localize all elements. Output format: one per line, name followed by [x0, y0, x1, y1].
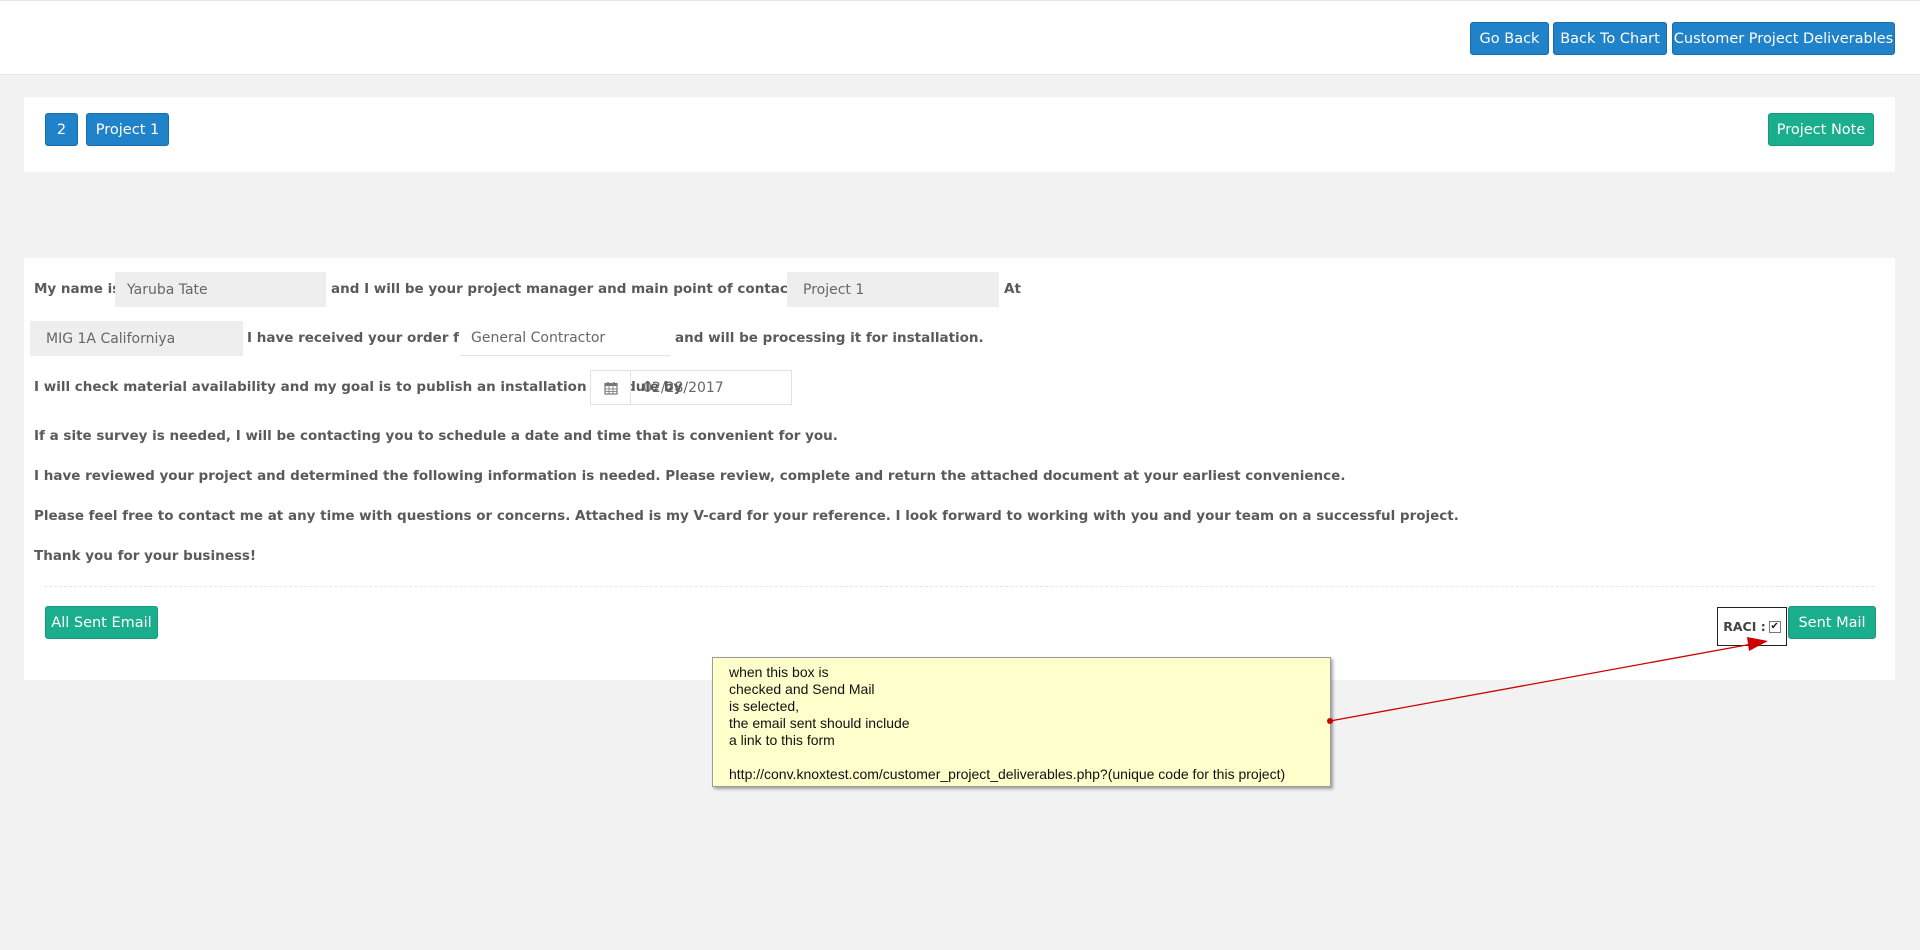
letter-paragraph-review: I have reviewed your project and determi… — [34, 468, 1346, 484]
raci-checkbox-group[interactable]: RACI : ✔ — [1717, 607, 1787, 646]
annotation-line: http://conv.knoxtest.com/customer_projec… — [729, 766, 1286, 782]
letter-line1-middle: and I will be your project manager and m… — [331, 281, 860, 297]
project-bar: 2 Project 1 Project Note — [24, 97, 1895, 172]
calendar-icon[interactable] — [591, 371, 631, 404]
annotation-note: when this box is checked and Send Mail i… — [712, 657, 1331, 787]
annotation-line — [729, 749, 1314, 766]
project-name-field[interactable]: Project 1 — [787, 272, 999, 307]
letter-line2-suffix: and will be processing it for installati… — [675, 330, 984, 346]
annotation-line: when this box is — [729, 664, 829, 680]
letter-line1-prefix: My name is — [34, 281, 121, 297]
letter-line2-middle: I have received your order from — [247, 330, 490, 346]
letter-paragraph-contact: Please feel free to contact me at any ti… — [34, 508, 1459, 524]
top-bar: Go Back Back To Chart Customer Project D… — [0, 0, 1920, 75]
annotation-line: is selected, — [729, 698, 800, 714]
checkbox-checked-icon[interactable]: ✔ — [1768, 620, 1781, 633]
back-to-chart-button[interactable]: Back To Chart — [1553, 22, 1667, 55]
manager-name-field[interactable]: Yaruba Tate — [115, 272, 326, 307]
contractor-field[interactable]: General Contractor — [459, 321, 670, 356]
letter-paragraph-survey: If a site survey is needed, I will be co… — [34, 428, 838, 444]
all-sent-email-button[interactable]: All Sent Email — [45, 606, 158, 639]
annotation-line: a link to this form — [729, 732, 835, 748]
customer-project-deliverables-button[interactable]: Customer Project Deliverables — [1672, 22, 1895, 55]
letter-line3: I will check material availability and m… — [34, 379, 683, 395]
project-number-badge[interactable]: 2 — [45, 113, 78, 146]
divider — [44, 586, 1874, 587]
schedule-date-picker[interactable]: 02/28/2017 — [590, 370, 792, 405]
letter-line1-suffix: At — [1004, 281, 1021, 297]
raci-label: RACI : — [1723, 619, 1766, 634]
schedule-date-value[interactable]: 02/28/2017 — [631, 371, 791, 404]
sent-mail-button[interactable]: Sent Mail — [1788, 606, 1876, 639]
location-field[interactable]: MIG 1A Californiya — [30, 321, 243, 356]
annotation-line: checked and Send Mail — [729, 681, 875, 697]
annotation-line: the email sent should include — [729, 715, 910, 731]
project-note-button[interactable]: Project Note — [1768, 113, 1874, 146]
letter-paragraph-thanks: Thank you for your business! — [34, 548, 257, 564]
project-name-button[interactable]: Project 1 — [86, 113, 169, 146]
go-back-button[interactable]: Go Back — [1470, 22, 1549, 55]
